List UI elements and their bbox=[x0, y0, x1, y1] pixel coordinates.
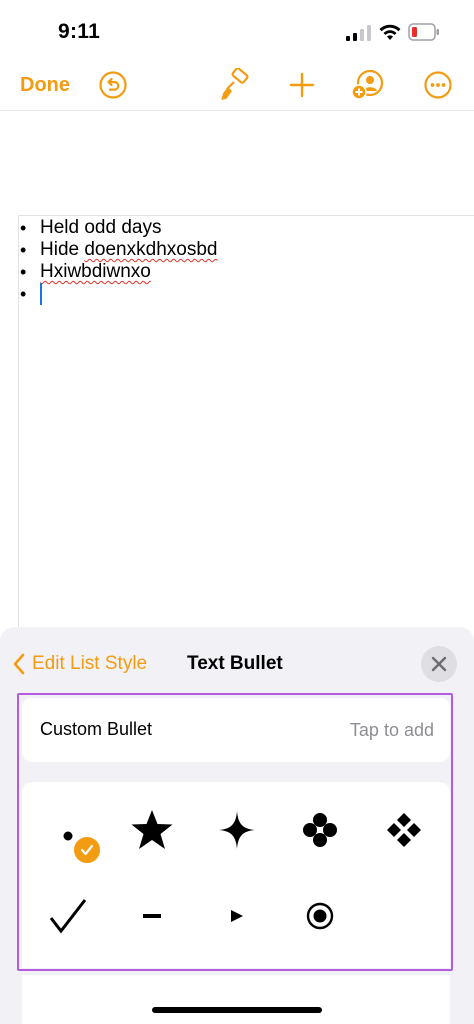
done-button[interactable]: Done bbox=[20, 60, 70, 110]
list-item-text: Held odd days bbox=[40, 217, 162, 238]
panel-bottom-section bbox=[22, 975, 450, 1024]
cellular-signal-icon bbox=[346, 25, 371, 41]
bullet-list[interactable]: Held odd days Hide doenxkdhxosbd Hxiwbdi… bbox=[20, 217, 217, 305]
list-item[interactable]: Hide doenxkdhxosbd bbox=[20, 239, 217, 261]
collaborate-icon[interactable] bbox=[350, 60, 386, 110]
list-item[interactable]: Held odd days bbox=[20, 217, 217, 239]
home-indicator[interactable] bbox=[152, 1007, 322, 1013]
paintbrush-icon[interactable] bbox=[218, 60, 252, 110]
back-label: Edit List Style bbox=[32, 653, 148, 674]
misspelled-word[interactable]: doenxkdhxosbd bbox=[84, 239, 217, 260]
plus-icon[interactable] bbox=[286, 60, 318, 110]
panel-header: Edit List Style Text Bullet bbox=[0, 627, 474, 699]
list-item[interactable]: Hxiwbdiwnxo bbox=[20, 261, 217, 283]
chevron-left-icon bbox=[13, 653, 25, 675]
status-time: 9:11 bbox=[58, 20, 101, 43]
panel-title: Text Bullet bbox=[187, 653, 283, 674]
more-icon[interactable] bbox=[422, 60, 454, 110]
list-item[interactable] bbox=[20, 283, 217, 305]
close-button[interactable] bbox=[421, 646, 457, 682]
text-cursor bbox=[40, 283, 42, 305]
status-bar: 9:11 bbox=[0, 0, 474, 60]
undo-icon[interactable] bbox=[96, 60, 130, 110]
wifi-icon bbox=[379, 24, 401, 40]
close-icon bbox=[431, 656, 447, 672]
battery-icon bbox=[408, 23, 439, 41]
edit-list-style-back-button[interactable]: Edit List Style bbox=[12, 649, 147, 679]
highlight-frame bbox=[17, 693, 453, 971]
document-canvas[interactable]: Held odd days Hide doenxkdhxosbd Hxiwbdi… bbox=[0, 111, 474, 652]
toolbar: Done bbox=[0, 60, 474, 111]
misspelled-word[interactable]: Hxiwbdiwnxo bbox=[40, 261, 151, 282]
